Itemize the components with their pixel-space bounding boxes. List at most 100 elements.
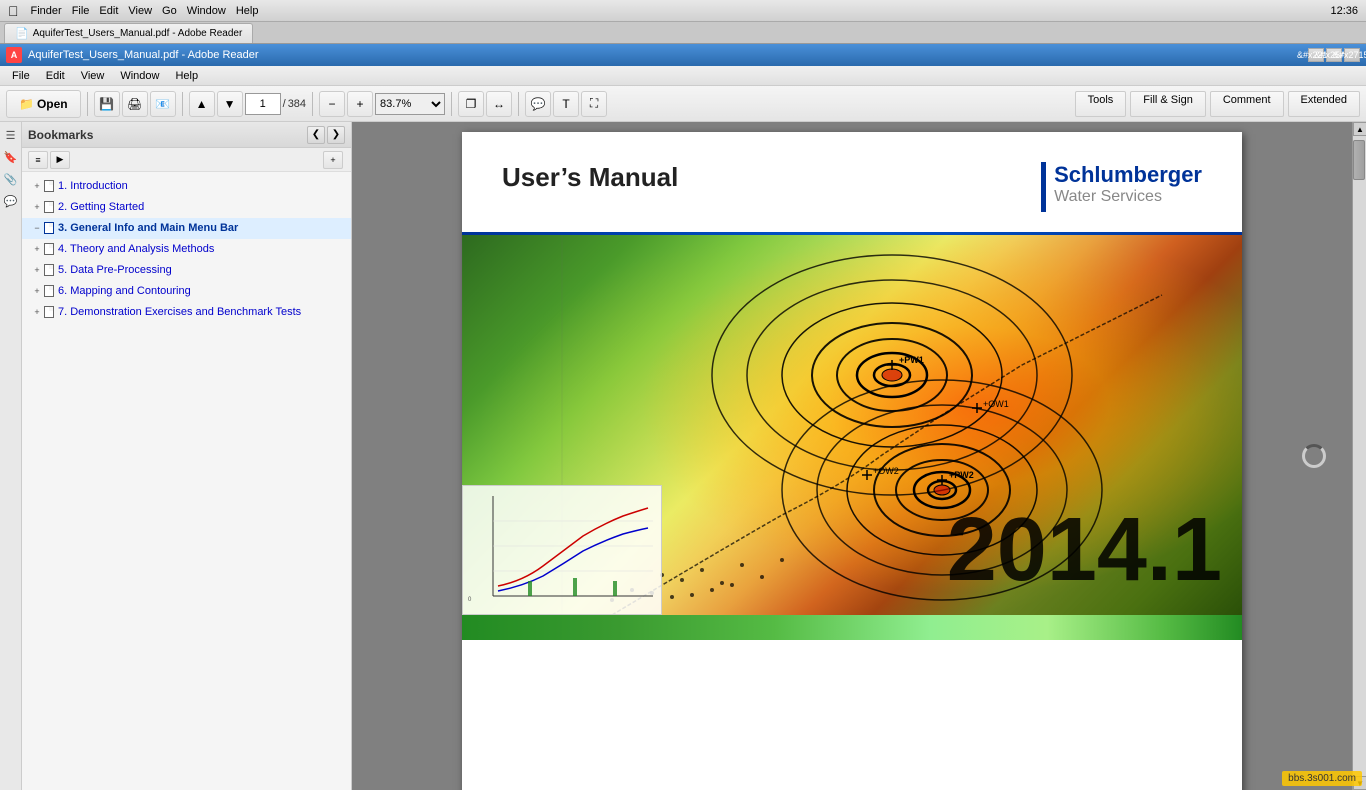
toolbar-separator-5 bbox=[518, 92, 519, 116]
pdf-scroll-area[interactable]: User’s Manual Schlumberger Water Service… bbox=[352, 122, 1352, 790]
bookmark-item-4[interactable]: + 4. Theory and Analysis Methods bbox=[22, 239, 351, 260]
nav-down-button[interactable]: ▼ bbox=[217, 91, 243, 117]
tab-bar: 📄 AquiferTest_Users_Manual.pdf - Adobe R… bbox=[0, 22, 1366, 44]
app-menubar: File Edit View Window Help bbox=[0, 66, 1366, 86]
file-menu[interactable]: File bbox=[4, 68, 38, 84]
edit-menu-sys[interactable]: Edit bbox=[99, 5, 118, 17]
bookmark-item-6[interactable]: + 6. Mapping and Contouring bbox=[22, 281, 351, 302]
bookmark-1-expand[interactable]: + bbox=[30, 180, 44, 194]
comment-bubble-button[interactable]: 💬 bbox=[525, 91, 551, 117]
svg-text:+PW1: +PW1 bbox=[899, 355, 924, 365]
fullscreen-button[interactable]: ⛶ bbox=[581, 91, 607, 117]
open-label: Open bbox=[37, 97, 68, 111]
sidebar-icon-hand[interactable]: ☰ bbox=[2, 126, 20, 144]
panel-header: Bookmarks ❮ ❯ bbox=[22, 122, 351, 148]
bookmark-item-5[interactable]: + 5. Data Pre-Processing bbox=[22, 260, 351, 281]
bookmark-1-label: 1. Introduction bbox=[58, 179, 345, 193]
company-subtitle: Water Services bbox=[1054, 188, 1202, 206]
logo-bar bbox=[1041, 162, 1046, 212]
pdf-tab[interactable]: 📄 AquiferTest_Users_Manual.pdf - Adobe R… bbox=[4, 23, 253, 43]
bookmarks-panel: Bookmarks ❮ ❯ ≡ ▶ + + 1. Introduction + … bbox=[22, 122, 352, 790]
sidebar-icon-attachment[interactable]: 📎 bbox=[2, 170, 20, 188]
view-menu-sys[interactable]: View bbox=[128, 5, 152, 17]
bookmark-5-label: 5. Data Pre-Processing bbox=[58, 263, 345, 277]
open-folder-icon: 📁 bbox=[19, 97, 34, 111]
tools-button[interactable]: Tools bbox=[1075, 91, 1127, 117]
chart-overlay: 0 bbox=[462, 485, 662, 615]
print-button[interactable]: 🖨 bbox=[122, 91, 148, 117]
system-clock: 12:36 bbox=[1330, 5, 1358, 17]
zoom-select[interactable]: 83.7% 50% 75% 100% 125% 150% bbox=[375, 93, 445, 115]
close-button[interactable]: &#x2715; bbox=[1344, 48, 1360, 62]
bookmark-1-icon bbox=[44, 180, 54, 192]
bookmark-3-expand[interactable]: − bbox=[30, 222, 44, 236]
bookmark-2-icon bbox=[44, 201, 54, 213]
mac-menubar:  Finder File Edit View Go Window Help 1… bbox=[0, 0, 1366, 22]
bookmark-item-1[interactable]: + 1. Introduction bbox=[22, 176, 351, 197]
window-menu-sys[interactable]: Window bbox=[187, 5, 226, 17]
panel-tool-list-btn[interactable]: ≡ bbox=[28, 151, 48, 169]
comment-button[interactable]: Comment bbox=[1210, 91, 1284, 117]
bookmark-6-label: 6. Mapping and Contouring bbox=[58, 284, 345, 298]
scroll-thumb[interactable] bbox=[1353, 140, 1365, 180]
window-menu[interactable]: Window bbox=[112, 68, 167, 84]
loading-spinner bbox=[1302, 444, 1326, 468]
app-titlebar: A AquiferTest_Users_Manual.pdf - Adobe R… bbox=[0, 44, 1366, 66]
email-button[interactable]: 📧 bbox=[150, 91, 176, 117]
pdf-scrollbar-vertical[interactable]: ▲ ▼ bbox=[1352, 122, 1366, 790]
fit-page-button[interactable]: ❐ bbox=[458, 91, 484, 117]
bookmark-item-3[interactable]: − 3. General Info and Main Menu Bar bbox=[22, 218, 351, 239]
panel-expand-btn[interactable]: ❯ bbox=[327, 126, 345, 144]
bookmark-5-expand[interactable]: + bbox=[30, 264, 44, 278]
extended-button[interactable]: Extended bbox=[1288, 91, 1360, 117]
panel-toolbar: ≡ ▶ + bbox=[22, 148, 351, 172]
company-name: Schlumberger bbox=[1054, 162, 1202, 188]
bookmark-3-icon bbox=[44, 222, 54, 234]
toolbar-separator-3 bbox=[312, 92, 313, 116]
pdf-image-area: +PW1 +PW2 +OW1 +OW2 bbox=[462, 235, 1242, 615]
version-year: 2014.1 bbox=[947, 505, 1222, 595]
bookmark-5-icon bbox=[44, 264, 54, 276]
zoom-in-button[interactable]: + bbox=[347, 91, 373, 117]
bookmark-item-7[interactable]: + 7. Demonstration Exercises and Benchma… bbox=[22, 302, 351, 323]
bottom-green-strip bbox=[462, 615, 1242, 640]
edit-menu[interactable]: Edit bbox=[38, 68, 73, 84]
sidebar-icon-bookmark[interactable]: 🔖 bbox=[2, 148, 20, 166]
company-logo: Schlumberger Water Services bbox=[1041, 162, 1202, 212]
bookmark-item-2[interactable]: + 2. Getting Started bbox=[22, 197, 351, 218]
go-menu-sys[interactable]: Go bbox=[162, 5, 177, 17]
bookmark-4-expand[interactable]: + bbox=[30, 243, 44, 257]
open-button[interactable]: 📁 Open bbox=[6, 90, 81, 118]
apple-menu[interactable]:  bbox=[8, 3, 19, 19]
toolbar-separator-1 bbox=[87, 92, 88, 116]
scroll-track[interactable] bbox=[1353, 136, 1366, 776]
nav-up-button[interactable]: ▲ bbox=[189, 91, 215, 117]
fill-sign-button[interactable]: Fill & Sign bbox=[1130, 91, 1206, 117]
adobe-icon: A bbox=[6, 47, 22, 63]
help-menu-sys[interactable]: Help bbox=[236, 5, 259, 17]
panel-tool-options-btn[interactable]: ▶ bbox=[50, 151, 70, 169]
svg-text:+PW2: +PW2 bbox=[949, 470, 974, 480]
sidebar-icon-comment[interactable]: 💬 bbox=[2, 192, 20, 210]
save-button[interactable]: 💾 bbox=[94, 91, 120, 117]
page-number-input[interactable] bbox=[245, 93, 281, 115]
finder-menu[interactable]: Finder bbox=[31, 5, 62, 17]
bookmark-6-icon bbox=[44, 285, 54, 297]
zoom-out-button[interactable]: − bbox=[319, 91, 345, 117]
panel-tool-add-btn[interactable]: + bbox=[323, 151, 343, 169]
fit-width-button[interactable]: ↔ bbox=[486, 91, 512, 117]
bookmark-7-expand[interactable]: + bbox=[30, 306, 44, 320]
bookmark-3-label: 3. General Info and Main Menu Bar bbox=[58, 221, 345, 235]
bookmark-2-expand[interactable]: + bbox=[30, 201, 44, 215]
bookmark-6-expand[interactable]: + bbox=[30, 285, 44, 299]
bookmark-4-icon bbox=[44, 243, 54, 255]
panel-collapse-btn[interactable]: ❮ bbox=[307, 126, 325, 144]
help-menu[interactable]: Help bbox=[167, 68, 206, 84]
pdf-page: User’s Manual Schlumberger Water Service… bbox=[462, 132, 1242, 790]
highlight-button[interactable]: T bbox=[553, 91, 579, 117]
bookmarks-tree: + 1. Introduction + 2. Getting Started −… bbox=[22, 172, 351, 790]
pdf-scroll-container: User’s Manual Schlumberger Water Service… bbox=[352, 122, 1366, 790]
file-menu-sys[interactable]: File bbox=[72, 5, 90, 17]
scroll-up-button[interactable]: ▲ bbox=[1353, 122, 1366, 136]
view-menu[interactable]: View bbox=[73, 68, 113, 84]
